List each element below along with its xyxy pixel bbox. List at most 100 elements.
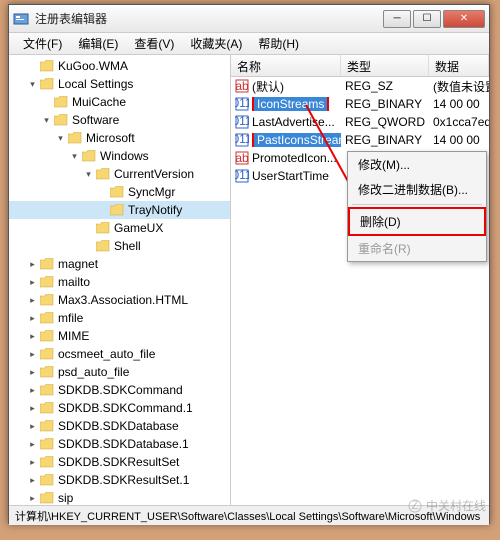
tree-node[interactable]: MuiCache	[9, 93, 230, 111]
value-type: REG_QWORD	[341, 115, 429, 129]
menu-help[interactable]: 帮助(H)	[250, 33, 307, 54]
tree-node[interactable]: ▸ocsmeet_auto_file	[9, 345, 230, 363]
expand-toggle-icon[interactable]	[27, 61, 38, 72]
tree-label: SDKDB.SDKCommand.1	[58, 401, 193, 415]
tree-node[interactable]: ▸SDKDB.SDKResultSet	[9, 453, 230, 471]
ctx-modify-binary[interactable]: 修改二进制数据(B)...	[348, 177, 486, 202]
maximize-button[interactable]: ☐	[413, 10, 441, 28]
tree-node[interactable]: ▾ Windows	[9, 147, 230, 165]
tree-node[interactable]: ▸SDKDB.SDKResultSet.1	[9, 471, 230, 489]
tree-node[interactable]: Shell	[9, 237, 230, 255]
expand-toggle-icon[interactable]	[97, 205, 108, 216]
expand-toggle-icon[interactable]: ▾	[83, 169, 94, 180]
tree-node[interactable]: KuGoo.WMA	[9, 57, 230, 75]
app-icon	[13, 11, 29, 27]
value-name: PastIconsStream	[252, 133, 341, 147]
tree-node[interactable]: ▸ Max3.Association.HTML	[9, 291, 230, 309]
expand-toggle-icon[interactable]: ▸	[27, 403, 38, 414]
tree-node[interactable]: TrayNotify	[9, 201, 230, 219]
list-panel: 名称 类型 数据 ab(默认)REG_SZ(数值未设置011IconStream…	[231, 55, 489, 505]
expand-toggle-icon[interactable]	[83, 241, 94, 252]
tree-label: Software	[72, 113, 119, 127]
tree-node[interactable]: ▸ SDKDB.SDKCommand	[9, 381, 230, 399]
expand-toggle-icon[interactable]: ▸	[27, 421, 38, 432]
tree-label: KuGoo.WMA	[58, 59, 128, 73]
folder-icon	[96, 222, 110, 234]
svg-text:011: 011	[235, 133, 249, 146]
close-button[interactable]: ✕	[443, 10, 485, 28]
tree-label: Microsoft	[86, 131, 135, 145]
expand-toggle-icon[interactable]: ▾	[27, 79, 38, 90]
tree-node[interactable]: SyncMgr	[9, 183, 230, 201]
minimize-button[interactable]: ─	[383, 10, 411, 28]
tree-node[interactable]: ▾ Local Settings	[9, 75, 230, 93]
expand-toggle-icon[interactable]: ▸	[27, 493, 38, 504]
tree-node[interactable]: ▸MIME	[9, 327, 230, 345]
list-row[interactable]: ab(默认)REG_SZ(数值未设置	[231, 77, 489, 95]
value-icon: 011	[235, 115, 249, 129]
expand-toggle-icon[interactable]: ▸	[27, 259, 38, 270]
expand-toggle-icon[interactable]: ▾	[69, 151, 80, 162]
tree-label: Windows	[100, 149, 149, 163]
tree-node[interactable]: ▸sip	[9, 489, 230, 505]
expand-toggle-icon[interactable]	[41, 97, 52, 108]
expand-toggle-icon[interactable]: ▸	[27, 385, 38, 396]
expand-toggle-icon[interactable]: ▸	[27, 475, 38, 486]
svg-text:011: 011	[235, 97, 249, 110]
tree-node[interactable]: ▸ mfile	[9, 309, 230, 327]
menu-file[interactable]: 文件(F)	[15, 33, 70, 54]
ctx-delete[interactable]: 删除(D)	[348, 207, 486, 236]
folder-icon	[40, 492, 54, 504]
tree-node[interactable]: ▸SDKDB.SDKDatabase	[9, 417, 230, 435]
col-header-type[interactable]: 类型	[341, 55, 429, 76]
tree-label: psd_auto_file	[58, 365, 129, 379]
col-header-name[interactable]: 名称	[231, 55, 341, 76]
title-bar[interactable]: 注册表编辑器 ─ ☐ ✕	[9, 5, 489, 33]
list-row[interactable]: 011PastIconsStreamREG_BINARY14 00 00	[231, 131, 489, 149]
expand-toggle-icon[interactable]: ▸	[27, 367, 38, 378]
tree-node[interactable]: ▸magnet	[9, 255, 230, 273]
expand-toggle-icon[interactable]: ▾	[55, 133, 66, 144]
expand-toggle-icon[interactable]: ▸	[27, 277, 38, 288]
folder-icon	[96, 168, 110, 180]
expand-toggle-icon[interactable]: ▸	[27, 295, 38, 306]
tree-node[interactable]: ▸ SDKDB.SDKCommand.1	[9, 399, 230, 417]
tree-label: SDKDB.SDKCommand	[58, 383, 183, 397]
ctx-modify[interactable]: 修改(M)...	[348, 152, 486, 177]
tree-label: mfile	[58, 311, 83, 325]
expand-toggle-icon[interactable]: ▸	[27, 349, 38, 360]
tree-label: Local Settings	[58, 77, 133, 91]
folder-icon	[40, 402, 54, 414]
tree-label: Max3.Association.HTML	[58, 293, 188, 307]
menu-view[interactable]: 查看(V)	[126, 33, 182, 54]
tree-label: TrayNotify	[128, 203, 182, 217]
ctx-separator	[352, 204, 482, 205]
expand-toggle-icon[interactable]	[83, 223, 94, 234]
value-name: UserStartTime	[252, 169, 329, 183]
ctx-rename[interactable]: 重命名(R)	[348, 236, 486, 261]
expand-toggle-icon[interactable]: ▸	[27, 331, 38, 342]
expand-toggle-icon[interactable]: ▸	[27, 313, 38, 324]
col-header-data[interactable]: 数据	[429, 55, 489, 76]
tree-node[interactable]: ▸mailto	[9, 273, 230, 291]
expand-toggle-icon[interactable]	[97, 187, 108, 198]
folder-icon	[54, 114, 68, 126]
tree-node[interactable]: ▾ Microsoft	[9, 129, 230, 147]
menu-favorites[interactable]: 收藏夹(A)	[182, 33, 250, 54]
tree-node[interactable]: ▸ psd_auto_file	[9, 363, 230, 381]
tree-panel[interactable]: KuGoo.WMA ▾ Local Settings MuiCache ▾ Softwar…	[9, 55, 231, 505]
expand-toggle-icon[interactable]: ▾	[41, 115, 52, 126]
menu-edit[interactable]: 编辑(E)	[70, 33, 126, 54]
folder-icon	[40, 60, 54, 72]
expand-toggle-icon[interactable]: ▸	[27, 439, 38, 450]
svg-text:011: 011	[235, 115, 249, 128]
expand-toggle-icon[interactable]: ▸	[27, 457, 38, 468]
list-row[interactable]: 011IconStreamsREG_BINARY14 00 00	[231, 95, 489, 113]
svg-text:011: 011	[235, 169, 249, 182]
tree-node[interactable]: ▸SDKDB.SDKDatabase.1	[9, 435, 230, 453]
tree-node[interactable]: ▾CurrentVersion	[9, 165, 230, 183]
tree-node[interactable]: GameUX	[9, 219, 230, 237]
list-row[interactable]: 011LastAdvertise...REG_QWORD0x1cca7ed	[231, 113, 489, 131]
tree-node[interactable]: ▾ Software	[9, 111, 230, 129]
folder-icon	[40, 78, 54, 90]
